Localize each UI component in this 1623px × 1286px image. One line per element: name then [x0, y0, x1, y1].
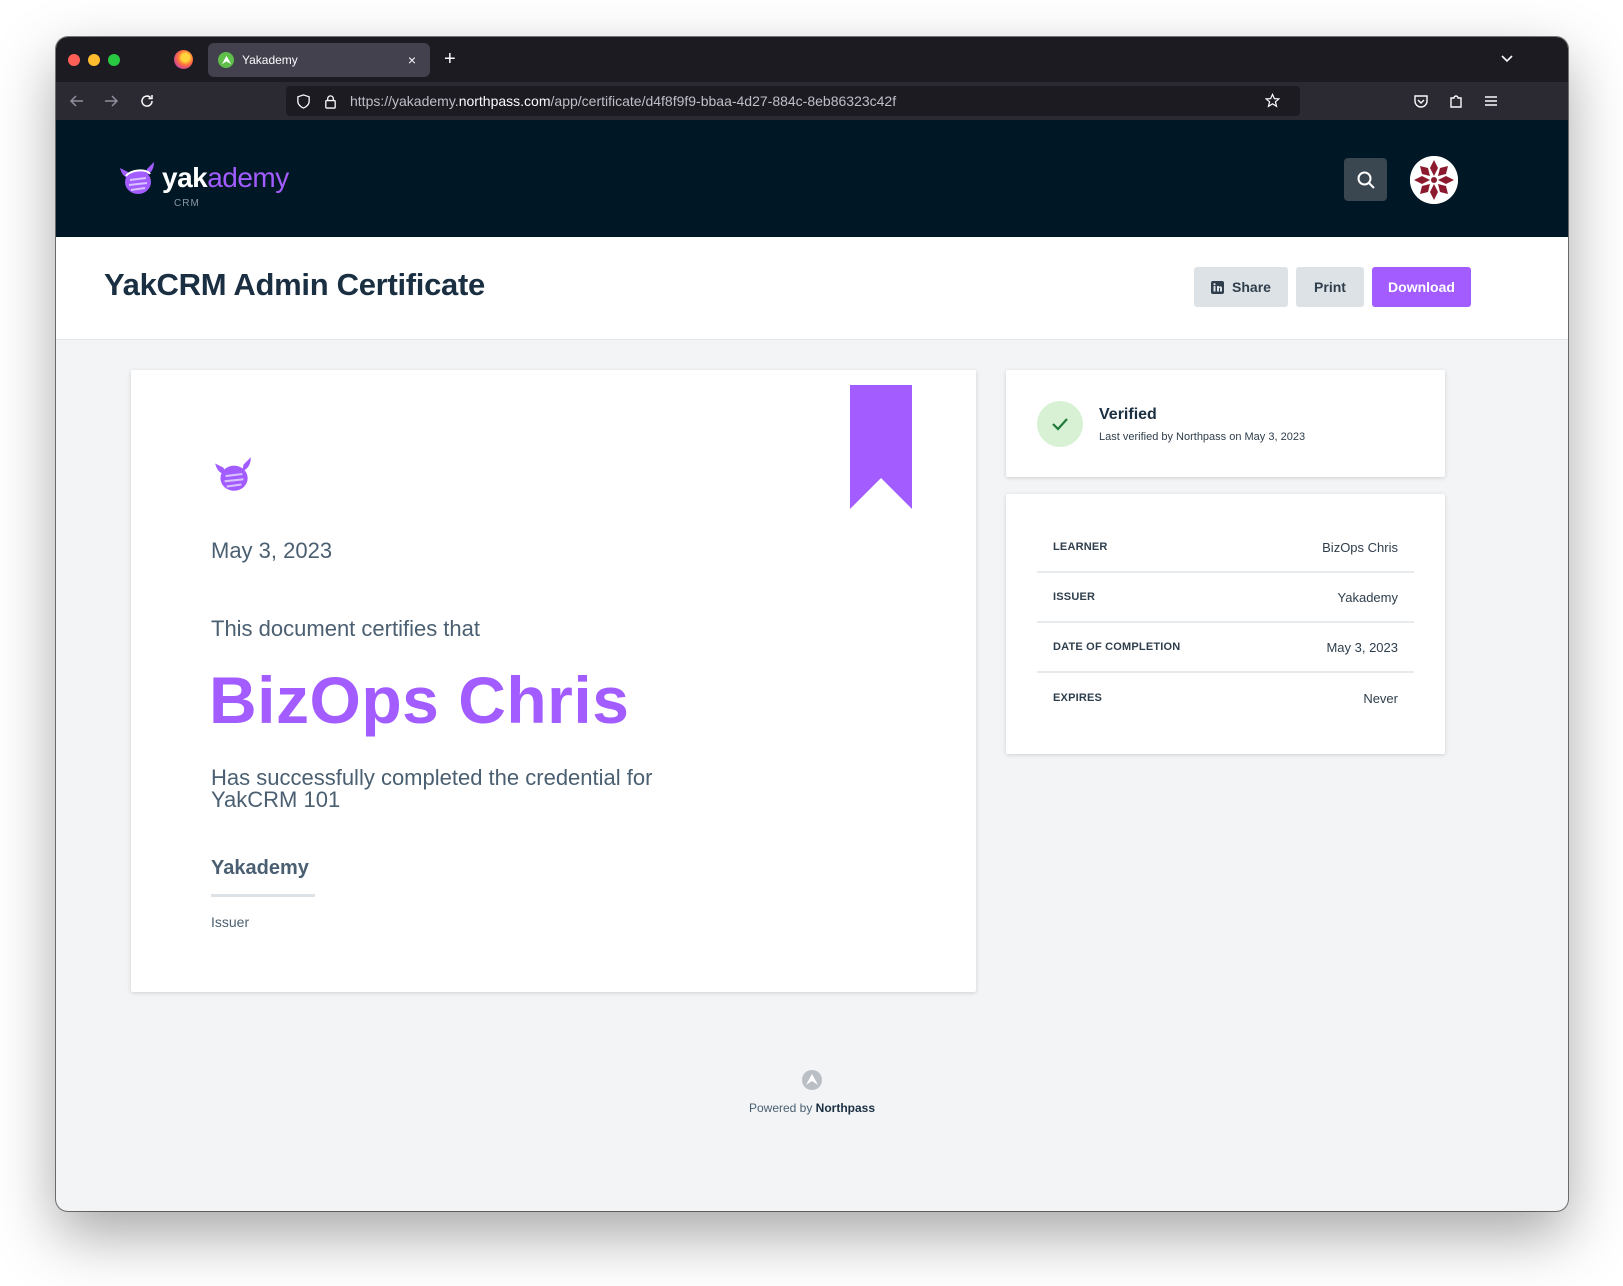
detail-value: May 3, 2023: [1326, 640, 1398, 655]
maximize-window-button[interactable]: [108, 54, 120, 66]
issuer-label: Issuer: [211, 914, 249, 930]
close-window-button[interactable]: [68, 54, 80, 66]
detail-label: LEARNER: [1053, 541, 1108, 553]
detail-row-learner: LEARNER BizOps Chris: [1037, 523, 1414, 573]
navigation-bar: https://yakademy.northpass.com/app/certi…: [56, 82, 1568, 120]
puzzle-icon: [1448, 93, 1464, 109]
northpass-link[interactable]: Northpass: [816, 1101, 875, 1115]
issuer-name: Yakademy: [211, 857, 309, 880]
learner-name: BizOps Chris: [209, 662, 629, 738]
arrow-right-icon: [103, 93, 119, 109]
share-button[interactable]: Share: [1194, 267, 1288, 307]
tab-yakademy[interactable]: Yakademy ×: [208, 43, 430, 77]
certifies-text: This document certifies that: [211, 616, 480, 642]
completion-line: Has successfully completed the credentia…: [211, 767, 731, 789]
logo-crm-text: CRM: [174, 190, 200, 218]
search-icon: [1356, 170, 1376, 190]
detail-value: BizOps Chris: [1322, 540, 1398, 555]
tab-close-icon[interactable]: ×: [404, 52, 420, 68]
site-header: yakademy CRM: [56, 120, 1568, 237]
avatar[interactable]: [1410, 156, 1458, 204]
detail-label: ISSUER: [1053, 591, 1095, 603]
reload-button[interactable]: [136, 90, 158, 112]
browser-window: Yakademy × + https://yakademy.northpass.…: [56, 37, 1568, 1211]
back-button[interactable]: [66, 90, 88, 112]
firefox-icon[interactable]: [174, 50, 193, 69]
download-button[interactable]: Download: [1372, 267, 1471, 307]
url-bar[interactable]: https://yakademy.northpass.com/app/certi…: [286, 86, 1300, 116]
url-text[interactable]: https://yakademy.northpass.com/app/certi…: [350, 93, 896, 109]
avatar-pattern-icon: [1410, 156, 1458, 204]
reload-icon: [139, 93, 155, 109]
forward-button[interactable]: [100, 90, 122, 112]
detail-row-expires: EXPIRES Never: [1037, 673, 1414, 723]
logo-ademy-text: ademy: [207, 162, 289, 193]
tab-strip: Yakademy × +: [56, 37, 1568, 82]
new-tab-button[interactable]: +: [444, 47, 456, 71]
verification-card: Verified Last verified by Northpass on M…: [1006, 370, 1445, 477]
details-card: LEARNER BizOps Chris ISSUER Yakademy DAT…: [1006, 494, 1445, 754]
checkmark-icon: [1050, 414, 1070, 434]
completion-statement: Has successfully completed the credentia…: [211, 767, 731, 811]
credential-name: YakCRM 101: [211, 789, 731, 811]
ribbon-bookmark-icon: [850, 385, 912, 509]
powered-by-label: Powered by: [749, 1101, 816, 1115]
logo-text: yakademy CRM: [162, 164, 289, 192]
share-label: Share: [1232, 279, 1271, 295]
certificate-date: May 3, 2023: [211, 538, 332, 564]
page-title: YakCRM Admin Certificate: [104, 267, 485, 303]
bookmark-star-icon[interactable]: [1265, 93, 1280, 108]
chevron-down-icon[interactable]: [1498, 49, 1516, 67]
detail-label: EXPIRES: [1053, 692, 1102, 704]
yakademy-logo[interactable]: yakademy CRM: [116, 158, 289, 198]
tab-title: Yakademy: [242, 53, 404, 67]
lock-icon[interactable]: [323, 94, 338, 109]
yak-logo-icon: [211, 452, 255, 496]
pocket-icon: [1413, 93, 1429, 109]
northpass-favicon-icon: [218, 52, 234, 68]
menu-button[interactable]: [1480, 90, 1502, 112]
detail-value: Yakademy: [1338, 590, 1398, 605]
footer: Powered by Northpass: [56, 1070, 1568, 1115]
page-title-bar: YakCRM Admin Certificate Share Print Dow…: [56, 237, 1568, 340]
extensions-button[interactable]: [1445, 90, 1467, 112]
verified-subtitle: Last verified by Northpass on May 3, 202…: [1099, 431, 1305, 443]
detail-label: DATE OF COMPLETION: [1053, 641, 1180, 653]
shield-icon[interactable]: [296, 94, 311, 109]
linkedin-icon: [1211, 281, 1224, 294]
verified-title: Verified: [1099, 406, 1157, 424]
hamburger-menu-icon: [1483, 93, 1499, 109]
verified-badge: [1037, 401, 1083, 447]
search-button[interactable]: [1344, 158, 1387, 201]
print-button[interactable]: Print: [1296, 267, 1364, 307]
pocket-button[interactable]: [1410, 90, 1432, 112]
logo-yak-text: yak: [162, 162, 207, 193]
yak-logo-icon: [116, 158, 158, 198]
detail-row-completion-date: DATE OF COMPLETION May 3, 2023: [1037, 623, 1414, 673]
detail-row-issuer: ISSUER Yakademy: [1037, 573, 1414, 623]
powered-by-text: Powered by Northpass: [56, 1101, 1568, 1115]
detail-value: Never: [1363, 691, 1398, 706]
northpass-logo-icon[interactable]: [802, 1070, 822, 1090]
arrow-left-icon: [69, 93, 85, 109]
certificate-card: May 3, 2023 This document certifies that…: [131, 370, 976, 992]
minimize-window-button[interactable]: [88, 54, 100, 66]
signature-divider: [211, 894, 315, 897]
